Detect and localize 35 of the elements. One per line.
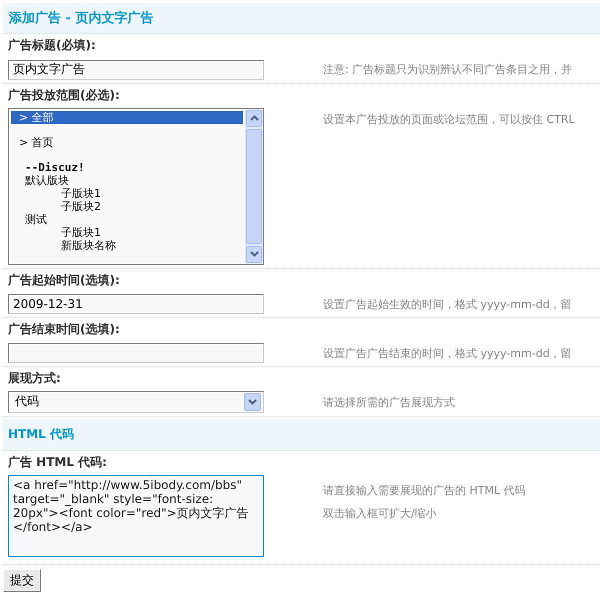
submit-button[interactable]: 提交: [3, 568, 41, 592]
list-option[interactable]: 子版块1: [11, 226, 243, 238]
help-text: 设置本广告投放的页面或论坛范围，可以按住 CTRL: [323, 112, 575, 126]
help-text: 注意: 广告标题只为识别辨认不同广告条目之用，并: [323, 62, 572, 77]
list-option[interactable]: > 全部: [11, 110, 243, 124]
field-label: 广告结束时间(选填):: [7, 320, 121, 338]
field-label: 广告投放范围(必选):: [7, 86, 121, 104]
help-text: 设置广告广告结束的时间，格式 yyyy-mm-dd，留: [323, 346, 572, 360]
field-label: 展现方式:: [7, 370, 62, 386]
text-field[interactable]: 页内文字广告: [8, 60, 264, 80]
chevron-down-icon: [248, 398, 257, 404]
text-field[interactable]: [8, 342, 264, 362]
field-label: 广告标题(必填):: [7, 37, 97, 54]
field-label: 广告 HTML 代码:: [7, 454, 108, 470]
scrollbar[interactable]: [245, 108, 263, 264]
help-text: 请直接输入需要展现的广告的 HTML 代码: [323, 482, 526, 498]
list-group-header: --Discuz!: [24, 160, 86, 174]
display-select[interactable]: 代码: [8, 390, 264, 412]
list-option[interactable]: 子版块1: [11, 186, 243, 200]
code-textarea[interactable]: <a href="http://www.5ibody.com/bbs" target="_blank" style="font-size: 20px"><font color="red">页内文字广告</font></a>: [8, 474, 264, 556]
scroll-up-icon: [250, 115, 258, 121]
list-option[interactable]: 新版块名称: [11, 238, 243, 252]
help-text: 请选择所需的广告展现方式: [323, 394, 455, 410]
list-option[interactable]: 默认版块: [11, 174, 243, 186]
list-option[interactable]: 测试: [11, 212, 243, 226]
scope-listbox[interactable]: > 全部 > 首页 --Discuz! 默认版块 子版块1 子版块2 测试 子版块1 新版块名称: [8, 108, 264, 264]
help-text: 设置广告起始生效的时间，格式 yyyy-mm-dd，留: [323, 296, 572, 312]
field-label: 广告起始时间(选填):: [7, 272, 121, 288]
scroll-down-icon: [250, 251, 258, 257]
page-title: 添加广告 - 页内文字广告: [3, 3, 600, 34]
help-text: 双击输入框可扩大/缩小: [323, 506, 438, 520]
list-option[interactable]: > 首页: [11, 136, 243, 148]
list-option[interactable]: 子版块2: [11, 200, 243, 212]
section-header: HTML 代码: [3, 418, 600, 450]
text-field[interactable]: 2009-12-31: [8, 294, 264, 314]
